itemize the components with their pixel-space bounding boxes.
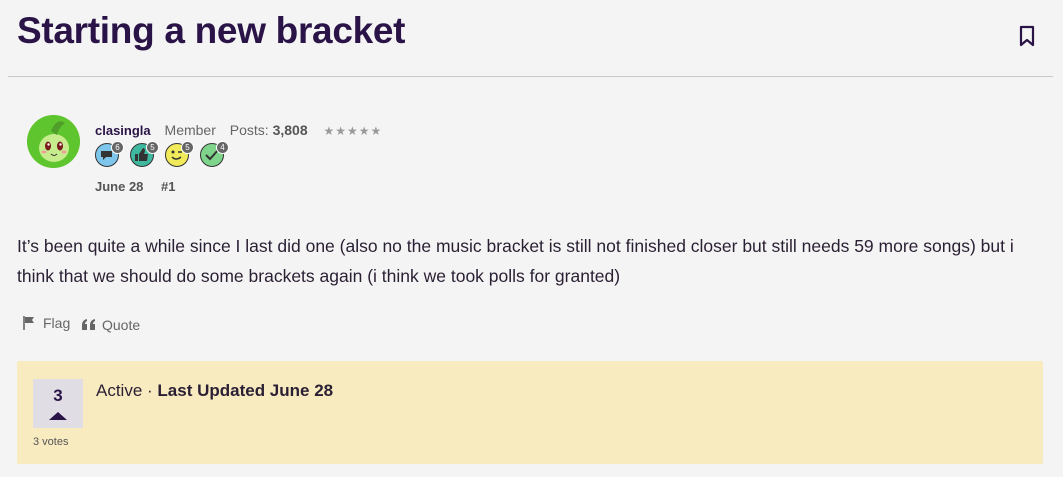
flag-button[interactable]: Flag <box>22 315 70 331</box>
post-count: Posts: 3,808 <box>230 122 308 138</box>
quote-label: Quote <box>102 317 141 333</box>
title-divider <box>8 76 1053 77</box>
like-badge-icon[interactable]: 5 <box>130 141 159 167</box>
bookmark-icon[interactable] <box>1017 25 1037 47</box>
upvote-arrow-icon[interactable] <box>49 412 67 420</box>
check-badge-icon[interactable]: 4 <box>200 141 229 167</box>
vote-count: 3 <box>53 386 63 405</box>
post-meta: clasingla Member Posts: 3,808 ★★★★★ <box>95 122 382 138</box>
flag-label: Flag <box>43 315 71 331</box>
post-number[interactable]: #1 <box>161 179 175 194</box>
vote-button[interactable]: 3 <box>33 379 83 428</box>
avatar[interactable] <box>27 115 80 168</box>
quote-icon <box>82 319 95 330</box>
badge-count: 4 <box>216 141 229 154</box>
discussion-info-panel: 3 3 votes Active · Last Updated June 28 <box>17 361 1043 464</box>
badge-count: 5 <box>146 141 159 154</box>
wink-badge-icon[interactable]: 5 <box>165 141 194 167</box>
last-updated: Last Updated June 28 <box>157 381 334 400</box>
author-role: Member <box>164 122 216 138</box>
discussion-status: Active · Last Updated June 28 <box>96 381 333 401</box>
votes-label: 3 votes <box>33 436 69 448</box>
badge-count: 6 <box>111 141 124 154</box>
page-title: Starting a new bracket <box>17 10 406 51</box>
comment-badge-icon[interactable]: 6 <box>95 141 124 167</box>
flag-icon <box>23 316 34 330</box>
status-label: Active <box>96 381 143 400</box>
rank-stars: ★★★★★ <box>323 124 383 138</box>
post-body: It’s been quite a while since I last did… <box>17 236 1014 286</box>
posts-label: Posts: <box>229 122 269 138</box>
status-separator: · <box>142 381 158 400</box>
posts-count-value: 3,808 <box>272 122 308 138</box>
post-date-line: June 28 #1 <box>95 179 176 194</box>
author-name[interactable]: clasingla <box>95 123 151 138</box>
post-date[interactable]: June 28 <box>95 179 143 194</box>
quote-button[interactable]: Quote <box>81 317 140 333</box>
badge-count: 5 <box>181 141 194 154</box>
